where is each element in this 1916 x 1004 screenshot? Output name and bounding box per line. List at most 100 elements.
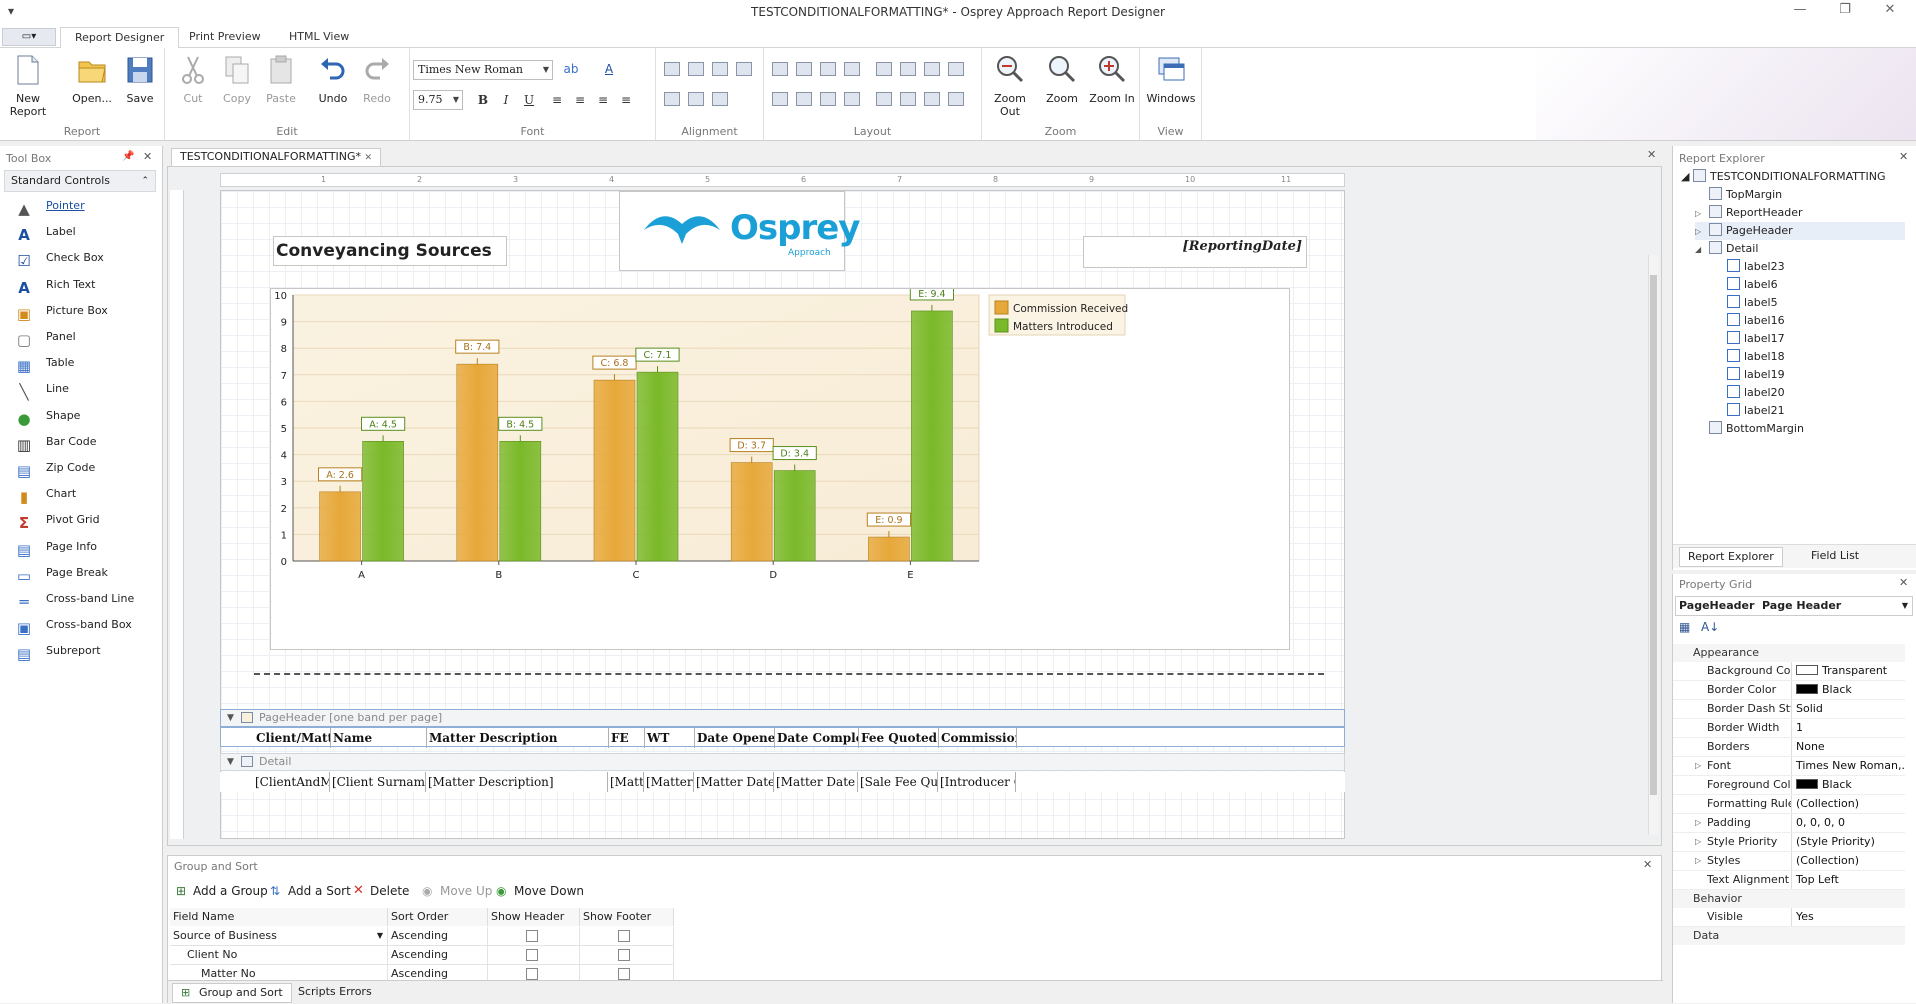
bar[interactable] [911, 310, 953, 562]
expand-arrow-icon[interactable]: ▷ [1695, 223, 1709, 241]
property-value[interactable]: Black [1791, 776, 1905, 794]
chevron-down-icon[interactable]: ▼ [377, 927, 383, 945]
detail-field[interactable]: [Matter W [644, 772, 694, 792]
property-category[interactable]: Appearance [1673, 644, 1905, 662]
toolbox-item-check-box[interactable]: ☑ Check Box [12, 246, 160, 270]
property-row-border-color[interactable]: Border Color Black [1673, 681, 1905, 700]
font-background-color-icon[interactable]: ab [562, 60, 580, 78]
bar[interactable] [636, 371, 679, 562]
send-to-back-icon[interactable] [948, 92, 964, 106]
header-field-fee-quoted[interactable]: Fee Quoted [859, 728, 939, 748]
add-group-button[interactable]: Add a Group [193, 884, 268, 898]
tab-print-preview[interactable]: Print Preview [175, 27, 275, 48]
tab-group-and-sort[interactable]: ⊞ Group and Sort [172, 983, 292, 1003]
show-footer-checkbox[interactable] [618, 949, 630, 961]
bar[interactable] [593, 379, 636, 562]
align-right-icon[interactable]: ≡ [594, 91, 612, 109]
bar[interactable] [362, 441, 404, 562]
tree-node-label18[interactable]: label18 [1727, 348, 1785, 366]
tree-node-label19[interactable]: label19 [1727, 366, 1785, 384]
bold-button[interactable]: B [474, 91, 492, 109]
close-icon[interactable]: ✕ [1647, 148, 1656, 161]
align-middles-icon[interactable] [688, 92, 704, 106]
report-design-surface[interactable]: 1 2 3 4 5 6 7 8 9 10 11 Conveyancing Sources Ospre… [167, 166, 1662, 846]
align-rights-icon[interactable] [736, 62, 752, 76]
toolbox-item-picture-box[interactable]: ▣ Picture Box [12, 299, 160, 323]
toolbox-item-pointer[interactable]: ▲ Pointer [12, 194, 160, 218]
tree-node-label21[interactable]: label21 [1727, 402, 1785, 420]
toolbox-item-label[interactable]: A Label [12, 220, 160, 244]
field-name-cell[interactable]: Client No [170, 946, 388, 965]
collapse-arrow-icon[interactable]: ▼ [227, 754, 234, 770]
decrease-horizontal-spacing-icon[interactable] [924, 62, 940, 76]
delete-button[interactable]: Delete [370, 884, 409, 898]
zoom-out-button[interactable]: Zoom Out [984, 54, 1036, 118]
application-menu-button[interactable]: ▭▾ [2, 28, 56, 46]
bar[interactable] [868, 536, 910, 562]
chart-control[interactable]: 0 1 2 3 4 5 6 7 8 9 10 A A: 2.6 A: 4.5 B B: 7.4 B: 4.5 C C… [270, 286, 1290, 650]
expand-arrow-icon[interactable]: ▷ [1695, 852, 1701, 870]
tree-node-reportheader[interactable]: ▷ ReportHeader [1695, 204, 1803, 222]
header-field-date-completed[interactable]: Date Completed [775, 728, 859, 748]
property-value[interactable]: (Collection) [1791, 852, 1905, 870]
toolbox-category-header[interactable]: Standard Controls ⌃ [4, 170, 156, 192]
bar[interactable] [773, 470, 816, 562]
detail-band[interactable]: [ClientAndMatt[Client Surname][Matter De… [220, 772, 1345, 792]
toolbox-item-bar-code[interactable]: ▥ Bar Code [12, 430, 160, 454]
close-icon[interactable]: ✕ [1899, 150, 1908, 163]
toolbox-item-zip-code[interactable]: ▤ Zip Code [12, 456, 160, 480]
tab-report-explorer[interactable]: Report Explorer [1679, 547, 1783, 567]
property-value[interactable]: 1 [1791, 719, 1905, 737]
tree-node-label5[interactable]: label5 [1727, 294, 1778, 312]
property-row-style-priority[interactable]: ▷ Style Priority (Style Priority) [1673, 833, 1905, 852]
detail-band-strip[interactable]: ▼ Detail [220, 753, 1345, 771]
property-row-border-dash-sty[interactable]: Border Dash Sty Solid [1673, 700, 1905, 719]
property-row-padding[interactable]: ▷ Padding 0, 0, 0, 0 [1673, 814, 1905, 833]
align-tops-icon[interactable] [664, 92, 680, 106]
property-row-formatting-rule[interactable]: Formatting Rule (Collection) [1673, 795, 1905, 814]
expand-arrow-icon[interactable]: ▷ [1695, 814, 1701, 832]
justify-icon[interactable]: ≡ [617, 91, 635, 109]
tree-node-label17[interactable]: label17 [1727, 330, 1785, 348]
redo-button[interactable]: Redo [351, 54, 403, 116]
property-value[interactable]: (Collection) [1791, 795, 1905, 813]
remove-horizontal-spacing-icon[interactable] [948, 62, 964, 76]
property-row-borders[interactable]: Borders None [1673, 738, 1905, 757]
collapse-arrow-icon[interactable]: ▼ [227, 710, 234, 726]
close-icon[interactable]: ✕ [1875, 2, 1905, 17]
property-value[interactable]: Top Left [1791, 871, 1905, 889]
selected-object-combo[interactable]: PageHeader Page Header ▼ [1675, 596, 1913, 616]
italic-button[interactable]: I [497, 91, 515, 109]
tree-node-topmargin[interactable]: TopMargin [1695, 186, 1782, 204]
expand-arrow-icon[interactable]: ▷ [1695, 833, 1701, 851]
move-down-button[interactable]: Move Down [514, 884, 584, 898]
close-icon[interactable]: ✕ [143, 150, 152, 163]
align-to-grid-icon[interactable] [664, 62, 680, 76]
open-button[interactable]: Open... [66, 54, 118, 116]
detail-field[interactable]: [Matter Description] [426, 772, 608, 792]
detail-field[interactable]: [Introducer Com [938, 772, 1016, 792]
expand-arrow-icon[interactable]: ▷ [1695, 757, 1701, 775]
bar[interactable] [730, 462, 773, 562]
bar[interactable] [456, 363, 499, 562]
close-icon[interactable]: ✕ [1899, 576, 1908, 589]
align-center-icon[interactable]: ≡ [571, 91, 589, 109]
show-footer-checkbox[interactable] [618, 930, 630, 942]
align-left-icon[interactable]: ≡ [548, 91, 566, 109]
logo-picture-box[interactable]: Osprey Approach [619, 191, 860, 271]
header-field-fe[interactable]: FE [609, 728, 645, 748]
property-category[interactable]: Behavior [1673, 890, 1905, 908]
tree-node-label6[interactable]: label6 [1727, 276, 1778, 294]
reporting-date-box[interactable]: [ReportingDate] [1083, 236, 1307, 268]
horizontal-spacing-icon[interactable] [876, 62, 892, 76]
underline-button[interactable]: U [520, 91, 538, 109]
tree-node-bottommargin[interactable]: BottomMargin [1709, 420, 1804, 438]
windows-button[interactable]: Windows [1145, 54, 1197, 116]
font-size-combo[interactable]: 9.75 ▼ [413, 90, 463, 110]
toolbox-item-pivot-grid[interactable]: Σ Pivot Grid [12, 508, 160, 532]
property-row-background-colo[interactable]: Background Colo Transparent [1673, 662, 1905, 681]
tree-node-label20[interactable]: label20 [1727, 384, 1785, 402]
page-header-band[interactable]: Client/MatterNameMatter DescriptionFEWTD… [220, 727, 1345, 748]
property-value[interactable]: None [1791, 738, 1905, 756]
make-same-size-icon[interactable] [844, 62, 860, 76]
